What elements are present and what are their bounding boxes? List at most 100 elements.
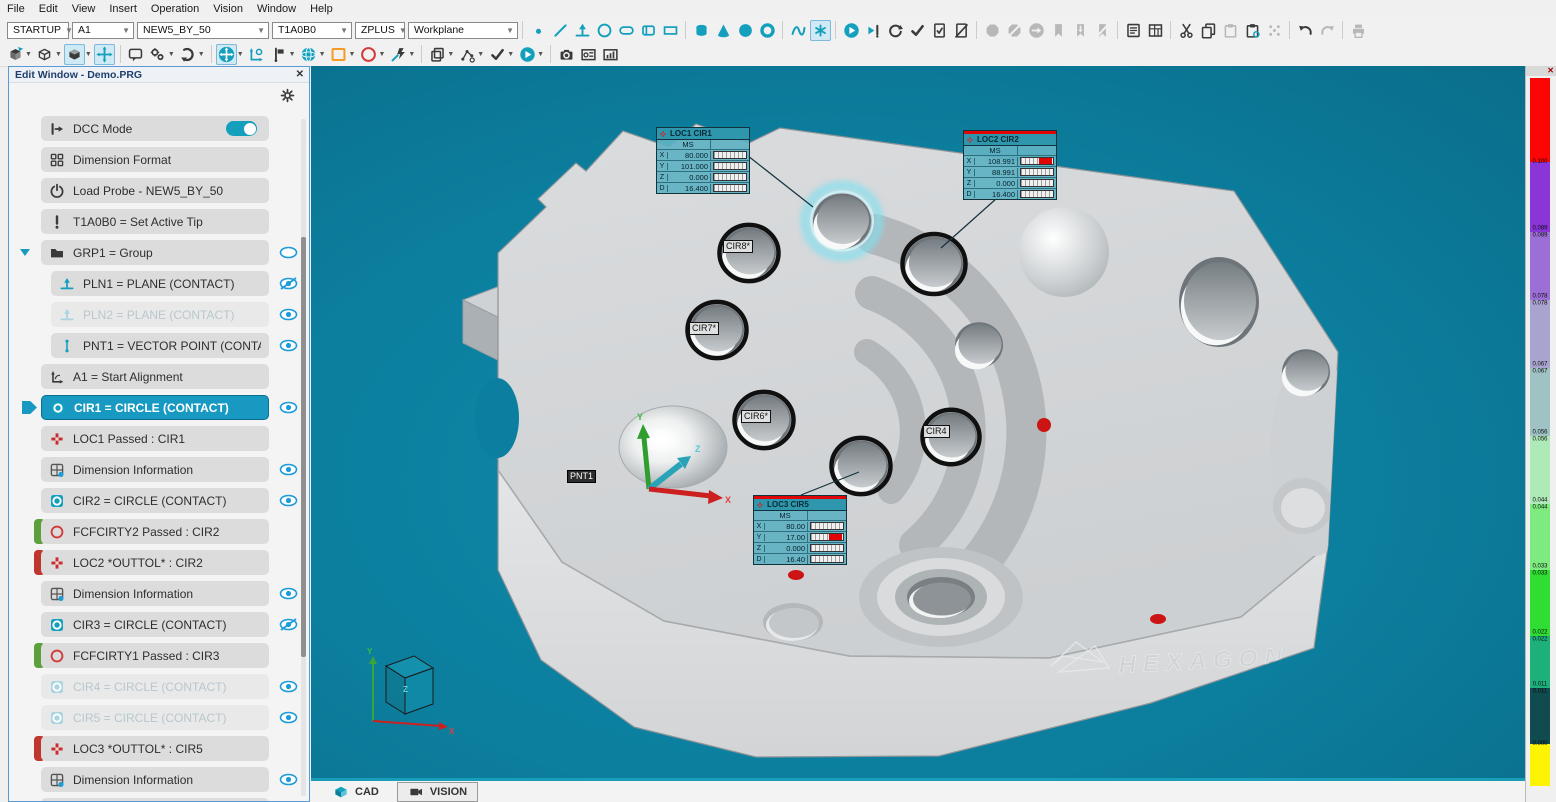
cut-icon[interactable] xyxy=(1176,20,1197,41)
command-item[interactable]: LOC1 Passed : CIR1 xyxy=(41,426,269,451)
dropdown-caret-icon[interactable]: ▼ xyxy=(85,51,92,58)
axis-combo[interactable]: A1▼ xyxy=(72,22,134,39)
check-icon[interactable] xyxy=(487,44,508,65)
cone-icon[interactable] xyxy=(713,20,734,41)
select-circle-icon[interactable] xyxy=(358,44,379,65)
alignment-combo[interactable]: STARTUP▼ xyxy=(7,22,69,39)
report-table-icon[interactable] xyxy=(1145,20,1166,41)
hole-feature[interactable] xyxy=(903,234,966,294)
dropdown-caret-icon[interactable]: ▼ xyxy=(289,51,296,58)
dimension-callout[interactable]: LOC1 CIR1MSX80.000Y101.000Z0.000D16.400 xyxy=(656,127,750,194)
cad-viewport[interactable]: HEXAGON Y Z xyxy=(311,66,1525,778)
dropdown-caret-icon[interactable]: ▼ xyxy=(198,51,205,58)
execute-feature-icon[interactable] xyxy=(863,20,884,41)
dropdown-caret-icon[interactable]: ▼ xyxy=(507,51,514,58)
dropdown-caret-icon[interactable]: ▼ xyxy=(340,26,348,35)
dimension-callout[interactable]: LOC3 CIR5MSX80.00Y17.00Z0.000D16.40 xyxy=(753,495,847,565)
dimension-callout[interactable]: LOC2 CIR2MSX108.991Y88.991Z0.000D16.400 xyxy=(963,130,1057,200)
stop-off-icon[interactable] xyxy=(1004,20,1025,41)
dropdown-caret-icon[interactable]: ▼ xyxy=(349,51,356,58)
eye-icon[interactable] xyxy=(279,587,298,600)
menu-file[interactable]: File xyxy=(0,2,32,16)
feature-tag[interactable]: CIR8* xyxy=(723,240,753,253)
feature-tag[interactable]: CIR6* xyxy=(741,410,771,423)
close-icon[interactable]: ✕ xyxy=(1547,67,1554,75)
continue-icon[interactable] xyxy=(1026,20,1047,41)
round-slot-icon[interactable] xyxy=(616,20,637,41)
dropdown-caret-icon[interactable]: ▼ xyxy=(25,51,32,58)
command-item[interactable]: LOC2 *OUTTOL* : CIR2 xyxy=(41,550,269,575)
dropdown-caret-icon[interactable]: ▼ xyxy=(447,51,454,58)
cylinder-icon[interactable] xyxy=(691,20,712,41)
paste-special-icon[interactable] xyxy=(1242,20,1263,41)
feature-tag[interactable]: CIR7* xyxy=(689,322,719,335)
tab-cad[interactable]: CAD xyxy=(323,782,389,802)
rotate-icon[interactable] xyxy=(177,44,198,65)
circle-icon[interactable] xyxy=(594,20,615,41)
execute-icon[interactable] xyxy=(841,20,862,41)
eye-slash-icon[interactable] xyxy=(279,618,298,631)
menu-operation[interactable]: Operation xyxy=(144,2,206,16)
eye-icon[interactable] xyxy=(279,711,298,724)
alignment-flash-icon[interactable] xyxy=(388,44,409,65)
eye-icon[interactable] xyxy=(279,246,298,259)
dropdown-caret-icon[interactable]: ▼ xyxy=(378,51,385,58)
rectangle-icon[interactable] xyxy=(660,20,681,41)
curve-icon[interactable] xyxy=(788,20,809,41)
eye-icon[interactable] xyxy=(279,463,298,476)
eye-icon[interactable] xyxy=(279,680,298,693)
translate-icon[interactable] xyxy=(216,44,237,65)
pan-icon[interactable] xyxy=(94,44,115,65)
eye-icon[interactable] xyxy=(279,308,298,321)
command-item[interactable]: Dimension Information xyxy=(41,581,269,606)
dropdown-caret-icon[interactable]: ▼ xyxy=(55,51,62,58)
menu-insert[interactable]: Insert xyxy=(102,2,144,16)
group-expander-icon[interactable] xyxy=(20,249,30,256)
command-item[interactable]: CIR5 = CIRCLE (CONTACT) xyxy=(41,705,269,730)
command-item[interactable]: FCFCIRTY1 Passed : CIR3 xyxy=(41,643,269,668)
feature-tag[interactable]: CIR4 xyxy=(923,425,950,438)
command-item[interactable]: Dimension Format xyxy=(41,147,269,172)
close-icon[interactable]: ✕ xyxy=(296,70,304,80)
command-item[interactable]: Dimension Information xyxy=(41,457,269,482)
dropdown-caret-icon[interactable]: ▼ xyxy=(237,51,244,58)
pattern-icon[interactable] xyxy=(1264,20,1285,41)
eye-icon[interactable] xyxy=(279,339,298,352)
scrollbar-thumb[interactable] xyxy=(301,237,306,657)
copy-icon[interactable] xyxy=(1198,20,1219,41)
probe-combo[interactable]: NEW5_BY_50▼ xyxy=(137,22,269,39)
redo-icon[interactable] xyxy=(1317,20,1338,41)
loop-icon[interactable] xyxy=(885,20,906,41)
command-item[interactable]: CIR2 = CIRCLE (CONTACT) xyxy=(41,488,269,513)
camera-icon[interactable] xyxy=(556,44,577,65)
stats-icon[interactable] xyxy=(600,44,621,65)
dropdown-caret-icon[interactable]: ▼ xyxy=(168,51,175,58)
command-item[interactable]: CIR4 = CIRCLE (CONTACT) xyxy=(41,674,269,699)
menu-vision[interactable]: Vision xyxy=(206,2,250,16)
workplane-combo[interactable]: ZPLUS▼ xyxy=(355,22,405,39)
path-points-icon[interactable] xyxy=(457,44,478,65)
dropdown-caret-icon[interactable]: ▼ xyxy=(537,51,544,58)
print-icon[interactable] xyxy=(1348,20,1369,41)
plane-icon[interactable] xyxy=(572,20,593,41)
cad-scene[interactable]: HEXAGON Y Z xyxy=(311,66,1525,778)
marker-icon[interactable] xyxy=(1048,20,1069,41)
comment-icon[interactable] xyxy=(125,44,146,65)
torus-icon[interactable] xyxy=(757,20,778,41)
command-item[interactable]: FCFCIRTY2 Passed : CIR2 xyxy=(41,519,269,544)
dropdown-caret-icon[interactable]: ▼ xyxy=(477,51,484,58)
hole-feature[interactable] xyxy=(1179,257,1259,347)
square-slot-icon[interactable] xyxy=(638,20,659,41)
point-icon[interactable] xyxy=(528,20,549,41)
command-item[interactable]: CIR1 = CIRCLE (CONTACT) xyxy=(41,395,269,420)
wireframe-icon[interactable] xyxy=(34,44,55,65)
paste-icon[interactable] xyxy=(1220,20,1241,41)
dropdown-caret-icon[interactable]: ▼ xyxy=(408,51,415,58)
eye-slash-icon[interactable] xyxy=(279,277,298,290)
hole-feature[interactable] xyxy=(720,225,779,281)
dropdown-caret-icon[interactable]: ▼ xyxy=(319,51,326,58)
axes-gear-icon[interactable] xyxy=(246,44,267,65)
dropdown-caret-icon[interactable]: ▼ xyxy=(399,26,407,35)
menu-edit[interactable]: Edit xyxy=(32,2,65,16)
command-item[interactable]: CIR3 = CIRCLE (CONTACT) xyxy=(41,612,269,637)
